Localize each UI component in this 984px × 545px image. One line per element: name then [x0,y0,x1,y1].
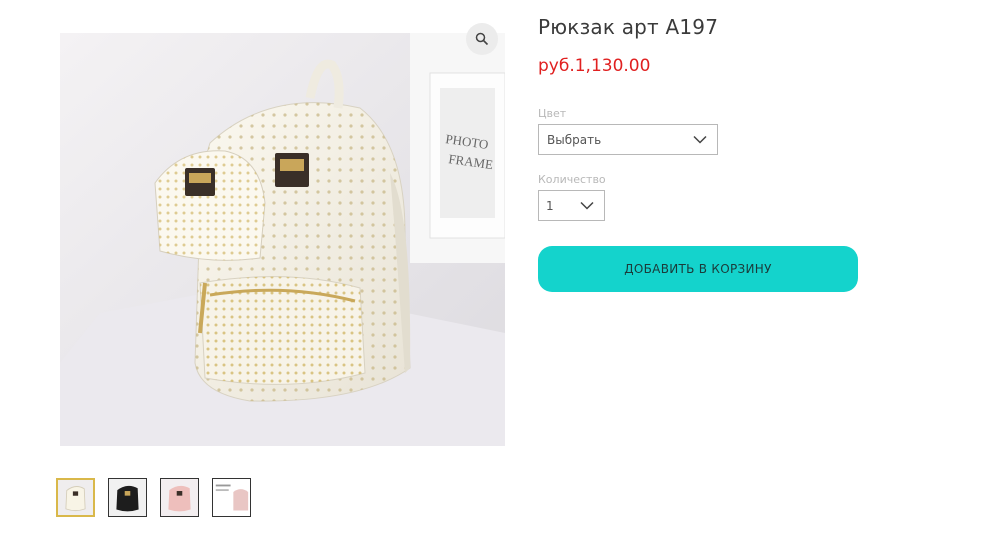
product-price: руб.1,130.00 [538,56,651,76]
thumbnail-black[interactable] [108,478,147,517]
thumbnail-image [213,479,250,516]
color-select-value: Выбрать [547,132,602,147]
thumbnail-other[interactable] [212,478,251,517]
chevron-down-icon [693,135,707,144]
color-select[interactable]: Выбрать [538,124,718,155]
product-page: PHOTO FRAME Рюкзак арт А197 руб.1,130.00… [0,0,984,545]
color-label: Цвет [538,107,567,120]
backpack-photo: PHOTO FRAME [60,33,505,446]
thumbnail-image [109,479,146,516]
thumbnail-white[interactable] [56,478,95,517]
magnifier-icon [475,32,489,46]
quantity-select-value: 1 [546,198,554,213]
add-to-cart-button[interactable]: ДОБАВИТЬ В КОРЗИНУ [538,246,858,292]
quantity-select[interactable]: 1 [538,190,605,221]
product-image[interactable]: PHOTO FRAME [60,33,505,446]
zoom-button[interactable] [466,23,498,55]
thumbnail-image [58,480,93,515]
product-title: Рюкзак арт А197 [538,15,719,39]
thumbnail-image [161,479,198,516]
thumbnail-pink[interactable] [160,478,199,517]
chevron-down-icon [580,201,594,210]
quantity-label: Количество [538,173,606,186]
thumbnail-strip [56,478,251,517]
